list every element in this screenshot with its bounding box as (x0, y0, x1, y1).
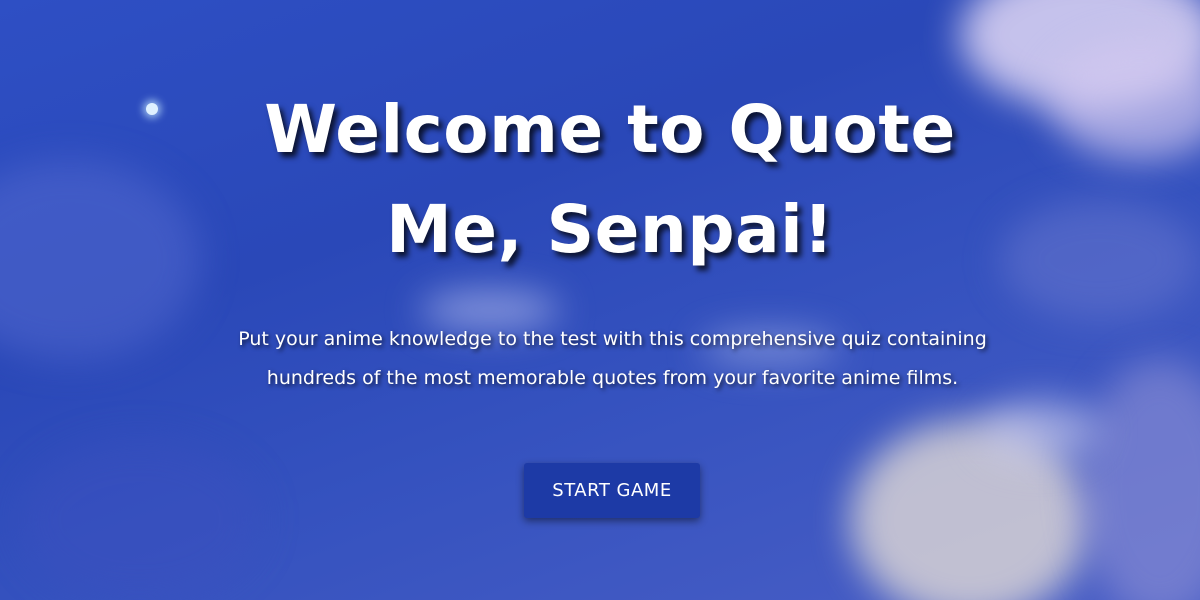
hero-section: Welcome to Quote Me, Senpai! Put your an… (0, 0, 1200, 600)
hero-description: Put your anime knowledge to the test wit… (238, 328, 987, 389)
title-line-2: Me, Senpai! (386, 191, 834, 268)
title-line-1: Welcome to Quote (264, 91, 956, 168)
page-title: Welcome to Quote Me, Senpai! (210, 80, 1010, 280)
hero-content: Welcome to Quote Me, Senpai! Put your an… (0, 0, 1200, 600)
start-game-button[interactable]: START GAME (524, 463, 700, 518)
